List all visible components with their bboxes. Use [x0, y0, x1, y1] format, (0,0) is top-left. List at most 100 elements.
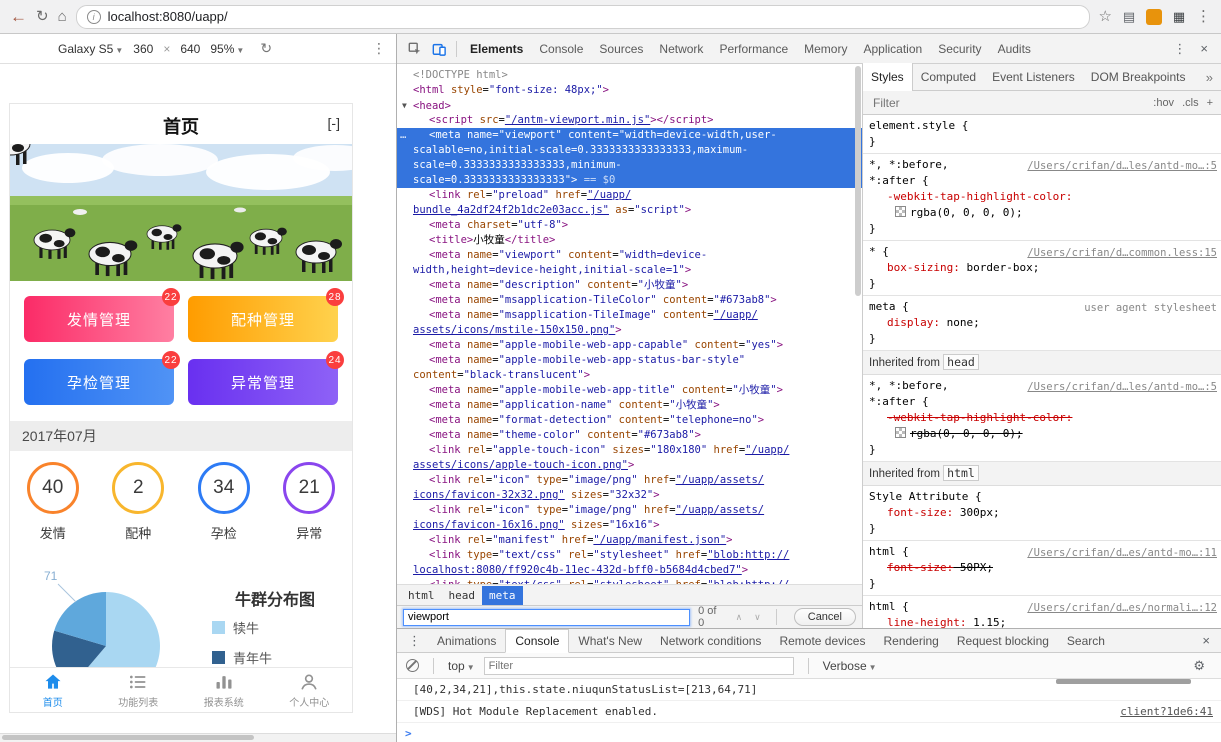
- app-tab-home[interactable]: 首页: [10, 668, 96, 712]
- stylesheet-link[interactable]: /Users/crifan/d…les/antd-mo…:5: [1027, 158, 1217, 174]
- code-line[interactable]: <meta name="application-name" content="小…: [397, 398, 862, 413]
- devtools-tab-security[interactable]: Security: [930, 35, 989, 63]
- code-line[interactable]: width,height=device-height,initial-scale…: [397, 263, 862, 278]
- code-line[interactable]: <!DOCTYPE html>: [397, 68, 862, 83]
- resource-link[interactable]: "/uapp/: [587, 189, 631, 201]
- app-tab-features[interactable]: 功能列表: [96, 668, 182, 712]
- drawer-tab-what-s-new[interactable]: What's New: [569, 630, 651, 652]
- vertical-scrollbar-thumb[interactable]: [855, 66, 861, 296]
- home-icon[interactable]: ⌂: [58, 9, 67, 24]
- breadcrumb-item-meta[interactable]: meta: [482, 585, 523, 605]
- device-select[interactable]: Galaxy S5 ▼: [58, 42, 123, 56]
- console-context-select[interactable]: top ▼: [448, 659, 475, 673]
- resource-link[interactable]: localhost:8080/ff920c4b-11ec-432d-bff0-b…: [413, 564, 742, 576]
- console-source-link[interactable]: client?1de6:41: [1120, 705, 1213, 718]
- breadcrumb-item-html[interactable]: html: [401, 586, 442, 605]
- styles-filter-input[interactable]: [871, 94, 1055, 111]
- code-line[interactable]: scale=0.3333333333333333"> == $0: [397, 173, 862, 188]
- drawer-tab-network-conditions[interactable]: Network conditions: [651, 630, 770, 652]
- stylesheet-link[interactable]: /Users/crifan/d…les/antd-mo…:5: [1027, 379, 1217, 395]
- color-swatch[interactable]: [895, 206, 906, 217]
- code-line[interactable]: ▼ <head>: [397, 98, 862, 113]
- search-previous-icon[interactable]: ∧: [734, 612, 745, 623]
- toggle-device-toolbar-icon[interactable]: [427, 42, 451, 56]
- code-line[interactable]: <link rel="manifest" href="/uapp/manifes…: [397, 533, 862, 548]
- device-height-field[interactable]: 640: [180, 42, 200, 56]
- zoom-select[interactable]: 95% ▼: [210, 42, 244, 56]
- devtools-tab-performance[interactable]: Performance: [711, 35, 796, 63]
- code-line[interactable]: <meta name="viewport" content="width=dev…: [397, 248, 862, 263]
- device-width-field[interactable]: 360: [133, 42, 153, 56]
- search-cancel-button[interactable]: Cancel: [793, 608, 856, 626]
- code-line[interactable]: scale=0.3333333333333333,minimum-: [397, 158, 862, 173]
- inspect-element-icon[interactable]: [403, 42, 427, 56]
- toggle-element-state-button[interactable]: :hov: [1153, 97, 1174, 109]
- devtools-close-icon[interactable]: ×: [1193, 41, 1215, 56]
- new-style-rule-button[interactable]: +: [1207, 97, 1213, 109]
- code-line[interactable]: <meta name="format-detection" content="t…: [397, 413, 862, 428]
- search-next-icon[interactable]: ∨: [752, 612, 763, 623]
- app-button-yichang[interactable]: 异常管理 24: [188, 351, 344, 405]
- code-line[interactable]: <link rel="icon" type="image/png" href="…: [397, 503, 862, 518]
- resource-link[interactable]: "/uapp/manifest.json": [593, 534, 726, 546]
- console-settings-gear-icon[interactable]: ⚙: [1186, 658, 1212, 674]
- orange-extension-icon[interactable]: [1146, 8, 1162, 25]
- console-level-select[interactable]: Verbose ▼: [823, 659, 877, 673]
- drawer-tab-remote-devices[interactable]: Remote devices: [770, 630, 874, 652]
- code-line[interactable]: <link rel="icon" type="image/png" href="…: [397, 473, 862, 488]
- drawer-close-icon[interactable]: ×: [1195, 633, 1217, 648]
- resource-link[interactable]: icons/favicon-16x16.png": [413, 519, 565, 531]
- devtools-tab-network[interactable]: Network: [651, 35, 711, 63]
- resource-link[interactable]: "/uapp/: [714, 309, 758, 321]
- stylesheet-link[interactable]: /Users/crifan/d…common.less:15: [1027, 245, 1217, 261]
- color-swatch[interactable]: [895, 427, 906, 438]
- grid-extension-icon[interactable]: ▦: [1171, 9, 1187, 25]
- devtools-tab-sources[interactable]: Sources: [591, 35, 651, 63]
- devtools-tab-elements[interactable]: Elements: [462, 35, 531, 63]
- code-line[interactable]: localhost:8080/ff920c4b-11ec-432d-bff0-b…: [397, 563, 862, 578]
- resource-link[interactable]: assets/icons/mstile-150x150.png": [413, 324, 615, 336]
- rotate-icon[interactable]: ↻: [260, 40, 272, 57]
- code-line[interactable]: <meta name="apple-mobile-web-app-capable…: [397, 338, 862, 353]
- drawer-tab-rendering[interactable]: Rendering: [874, 630, 947, 652]
- clear-console-icon[interactable]: [406, 659, 419, 672]
- stylesheet-link[interactable]: /Users/crifan/d…es/antd-mo…:11: [1027, 545, 1217, 561]
- resource-link[interactable]: icons/favicon-32x32.png": [413, 489, 565, 501]
- devtools-tab-memory[interactable]: Memory: [796, 35, 855, 63]
- horizontal-scrollbar[interactable]: [0, 733, 396, 742]
- code-line[interactable]: <meta name="description" content="小牧童">: [397, 278, 862, 293]
- code-line[interactable]: content="black-translucent">: [397, 368, 862, 383]
- resource-link[interactable]: "blob:http://: [707, 549, 789, 561]
- drawer-tab-animations[interactable]: Animations: [428, 630, 505, 652]
- code-line[interactable]: <link rel="preload" href="/uapp/: [397, 188, 862, 203]
- page-info-icon[interactable]: i: [86, 9, 101, 24]
- devtools-tab-console[interactable]: Console: [531, 35, 591, 63]
- element-chip[interactable]: head: [943, 354, 979, 370]
- resource-link[interactable]: "/uapp/: [745, 444, 789, 456]
- element-classes-button[interactable]: .cls: [1182, 97, 1199, 109]
- code-line[interactable]: … <meta name="viewport" content="width=de…: [397, 128, 862, 143]
- scrollbar-thumb[interactable]: [2, 735, 254, 740]
- bookmark-star-icon[interactable]: ☆: [1099, 9, 1112, 24]
- more-tabs-icon[interactable]: »: [1198, 70, 1221, 85]
- code-line[interactable]: <meta name="theme-color" content="#673ab…: [397, 428, 862, 443]
- code-line[interactable]: bundle_4a2df24f2b1dc2e03acc.js" as="scri…: [397, 203, 862, 218]
- app-button-yunjian[interactable]: 孕检管理 22: [24, 351, 180, 405]
- resource-link[interactable]: "/antm-viewport.min.js": [505, 114, 650, 126]
- devtools-tab-audits[interactable]: Audits: [990, 35, 1039, 63]
- app-tab-reports[interactable]: 报表系统: [181, 668, 267, 712]
- search-input[interactable]: [403, 608, 691, 626]
- code-line[interactable]: <html style="font-size: 48px;">: [397, 83, 862, 98]
- resource-link[interactable]: assets/icons/apple-touch-icon.png": [413, 459, 628, 471]
- app-tab-profile[interactable]: 个人中心: [267, 668, 353, 712]
- drawer-menu-icon[interactable]: ⋮: [401, 633, 428, 649]
- reload-icon[interactable]: ↻: [36, 9, 49, 24]
- devtools-menu-icon[interactable]: ⋮: [1166, 41, 1193, 57]
- code-line[interactable]: <link rel="apple-touch-icon" sizes="180x…: [397, 443, 862, 458]
- overflow-ellipsis-icon[interactable]: …: [400, 128, 406, 143]
- console-prompt[interactable]: >: [397, 723, 1221, 742]
- code-line[interactable]: icons/favicon-16x16.png" sizes="16x16">: [397, 518, 862, 533]
- code-line[interactable]: assets/icons/apple-touch-icon.png">: [397, 458, 862, 473]
- code-line[interactable]: <meta charset="utf-8">: [397, 218, 862, 233]
- code-line[interactable]: icons/favicon-32x32.png" sizes="32x32">: [397, 488, 862, 503]
